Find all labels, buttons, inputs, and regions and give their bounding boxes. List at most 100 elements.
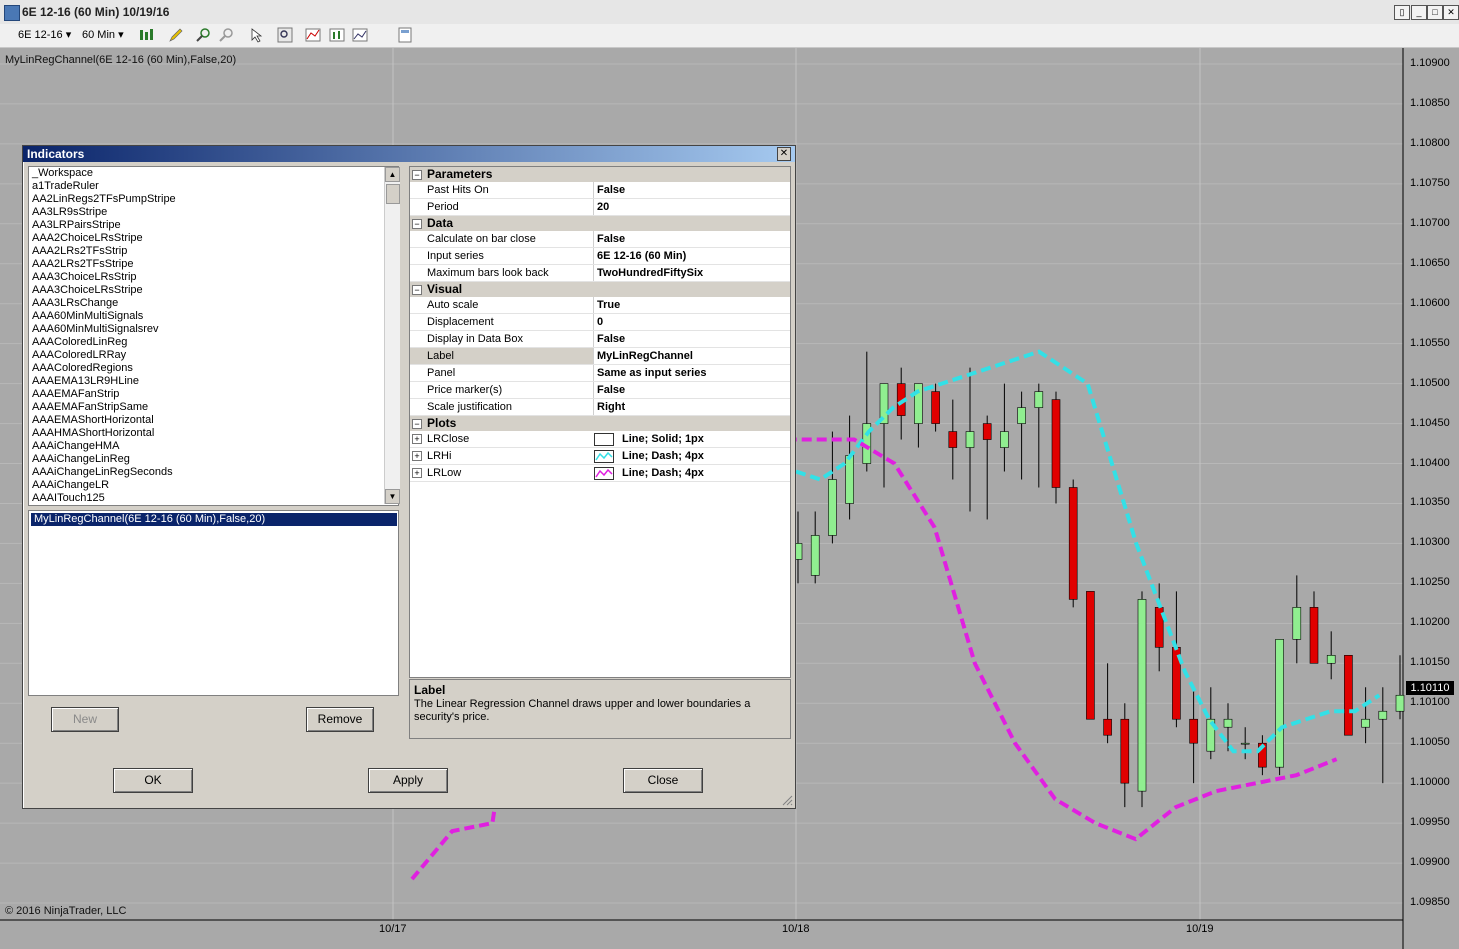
expand-icon[interactable]: +: [412, 451, 422, 461]
property-value[interactable]: MyLinRegChannel: [593, 348, 790, 364]
property-category[interactable]: − Plots: [410, 416, 790, 431]
strategies-icon[interactable]: [329, 27, 345, 43]
close-icon[interactable]: ✕: [1443, 5, 1459, 20]
property-row[interactable]: Calculate on bar close False: [410, 231, 790, 248]
property-category[interactable]: − Parameters: [410, 167, 790, 182]
expand-icon[interactable]: +: [412, 468, 422, 478]
property-value[interactable]: False: [593, 182, 790, 198]
indicator-list-item[interactable]: AAAEMAFanStripSame: [29, 401, 398, 414]
property-value[interactable]: Same as input series: [593, 365, 790, 381]
indicator-list-item[interactable]: AAA60MinMultiSignalsrev: [29, 323, 398, 336]
property-value[interactable]: 0: [593, 314, 790, 330]
drawing-pencil-icon[interactable]: [168, 27, 184, 43]
data-box-icon[interactable]: [397, 27, 413, 43]
property-row[interactable]: Displacement 0: [410, 314, 790, 331]
property-row[interactable]: Past Hits On False: [410, 182, 790, 199]
expand-icon[interactable]: +: [412, 434, 422, 444]
bar-style-icon[interactable]: [138, 27, 154, 43]
indicator-list-item[interactable]: AAA3ChoiceLRsStripe: [29, 284, 398, 297]
apply-button[interactable]: Apply: [368, 768, 448, 793]
close-button[interactable]: Close: [623, 768, 703, 793]
property-category[interactable]: − Data: [410, 216, 790, 231]
properties-icon[interactable]: [352, 27, 368, 43]
indicator-list-item[interactable]: AA2LinRegs2TFsPumpStripe: [29, 193, 398, 206]
collapse-icon[interactable]: −: [412, 285, 422, 295]
restore-icon[interactable]: ▯: [1394, 5, 1410, 20]
indicator-list-item[interactable]: AAAiChangeLR: [29, 479, 398, 492]
zoom-in-icon[interactable]: [196, 27, 212, 43]
magnify-icon[interactable]: [277, 27, 293, 43]
indicator-list-item[interactable]: _Workspace: [29, 167, 398, 180]
minimize-icon[interactable]: _: [1411, 5, 1427, 20]
plot-color-swatch[interactable]: [594, 433, 614, 446]
property-value[interactable]: True: [593, 297, 790, 313]
plot-color-swatch[interactable]: [594, 467, 614, 480]
indicator-list-item[interactable]: AAAiChangeLinReg: [29, 453, 398, 466]
scroll-thumb[interactable]: [386, 184, 400, 204]
property-value[interactable]: TwoHundredFiftySix: [593, 265, 790, 281]
maximize-icon[interactable]: □: [1427, 5, 1443, 20]
property-row[interactable]: Period 20: [410, 199, 790, 216]
property-row[interactable]: + LRLow Line; Dash; 4px: [410, 465, 790, 482]
indicator-list-item[interactable]: AAAColoredLRRay: [29, 349, 398, 362]
indicator-list-item[interactable]: AAA2LRs2TFsStripe: [29, 258, 398, 271]
indicator-list-item[interactable]: a1TradeRuler: [29, 180, 398, 193]
property-value[interactable]: False: [593, 331, 790, 347]
indicator-list-item[interactable]: AAAiChangeHMA: [29, 440, 398, 453]
indicator-list-item[interactable]: AA3LR9sStripe: [29, 206, 398, 219]
property-row[interactable]: Input series 6E 12-16 (60 Min): [410, 248, 790, 265]
available-indicators-list[interactable]: _Workspace a1TradeRuler AA2LinRegs2TFsPump…: [28, 166, 399, 506]
indicator-list-item[interactable]: AAAEMAFanStrip: [29, 388, 398, 401]
property-value[interactable]: False: [593, 382, 790, 398]
property-row[interactable]: + LRClose Line; Solid; 1px: [410, 431, 790, 448]
interval-selector[interactable]: 60 Min ▾: [82, 28, 124, 43]
indicator-list-item[interactable]: AAA2LRs2TFsStrip: [29, 245, 398, 258]
indicator-list-item[interactable]: AAAiChangeLinRegSeconds: [29, 466, 398, 479]
collapse-icon[interactable]: −: [412, 419, 422, 429]
close-icon[interactable]: ✕: [777, 147, 791, 161]
property-category[interactable]: − Visual: [410, 282, 790, 297]
indicators-icon[interactable]: [305, 27, 321, 43]
new-button[interactable]: New: [51, 707, 119, 732]
property-row[interactable]: Display in Data Box False: [410, 331, 790, 348]
applied-indicators-list[interactable]: MyLinRegChannel(6E 12-16 (60 Min),False,…: [28, 510, 399, 696]
scroll-up-icon[interactable]: ▲: [385, 167, 400, 182]
indicator-list-item[interactable]: AAAEMA13LR9HLine: [29, 375, 398, 388]
ok-button[interactable]: OK: [113, 768, 193, 793]
remove-button[interactable]: Remove: [306, 707, 374, 732]
property-value[interactable]: False: [593, 231, 790, 247]
collapse-icon[interactable]: −: [412, 219, 422, 229]
property-value[interactable]: 20: [593, 199, 790, 215]
indicator-list-item[interactable]: AAA60MinMultiSignals: [29, 310, 398, 323]
indicator-list-item[interactable]: AAA3ChoiceLRsStrip: [29, 271, 398, 284]
indicator-list-item[interactable]: AAAColoredRegions: [29, 362, 398, 375]
applied-indicator-item[interactable]: MyLinRegChannel(6E 12-16 (60 Min),False,…: [31, 513, 397, 526]
instrument-selector[interactable]: 6E 12-16 ▾: [18, 28, 71, 43]
date-tick-label: 10/18: [782, 923, 810, 935]
indicator-list-item[interactable]: AA3LRPairsStripe: [29, 219, 398, 232]
property-row[interactable]: Price marker(s) False: [410, 382, 790, 399]
indicator-list-item[interactable]: AAAHMAShortHorizontal: [29, 427, 398, 440]
property-row[interactable]: Label MyLinRegChannel: [410, 348, 790, 365]
resize-grip-icon[interactable]: [781, 794, 793, 806]
property-row[interactable]: + LRHi Line; Dash; 4px: [410, 448, 790, 465]
dialog-title-bar[interactable]: Indicators ✕: [23, 146, 795, 162]
indicator-list-item[interactable]: AAAColoredLinReg: [29, 336, 398, 349]
property-row[interactable]: Auto scale True: [410, 297, 790, 314]
property-value[interactable]: Right: [593, 399, 790, 415]
properties-grid[interactable]: − Parameters Past Hits On False Period 20− Dat…: [409, 166, 791, 678]
indicator-list-item[interactable]: AAA3LRsChange: [29, 297, 398, 310]
indicator-list-item[interactable]: AAAITouch125: [29, 492, 398, 505]
property-row[interactable]: Maximum bars look back TwoHundredFiftySix: [410, 265, 790, 282]
plot-color-swatch[interactable]: [594, 450, 614, 463]
property-row[interactable]: Panel Same as input series: [410, 365, 790, 382]
property-value[interactable]: 6E 12-16 (60 Min): [593, 248, 790, 264]
zoom-out-icon[interactable]: [219, 27, 235, 43]
collapse-icon[interactable]: −: [412, 170, 422, 180]
pointer-icon[interactable]: [249, 27, 265, 43]
indicator-list-item[interactable]: AAA2ChoiceLRsStripe: [29, 232, 398, 245]
scroll-down-icon[interactable]: ▼: [385, 489, 400, 504]
indicator-list-scrollbar[interactable]: ▲ ▼: [384, 167, 400, 504]
indicator-list-item[interactable]: AAAEMAShortHorizontal: [29, 414, 398, 427]
property-row[interactable]: Scale justification Right: [410, 399, 790, 416]
